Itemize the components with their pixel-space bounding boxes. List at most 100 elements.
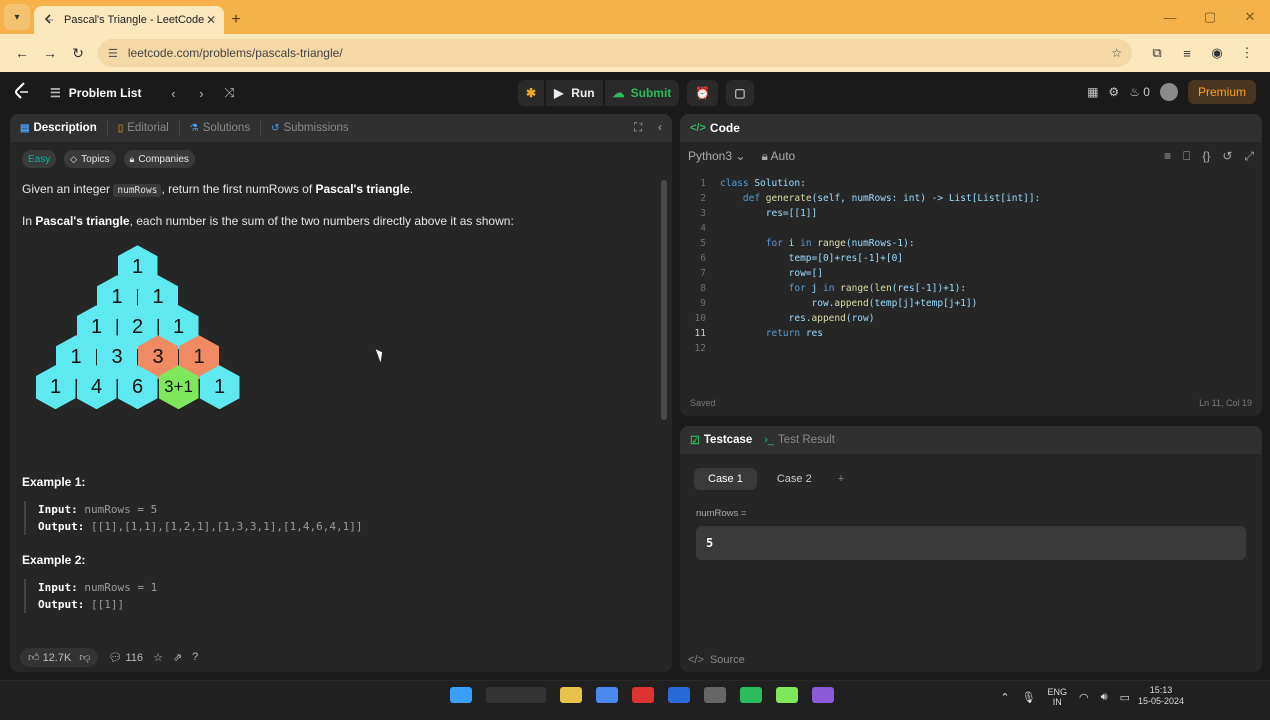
code-line: 7 row=[] bbox=[680, 266, 1262, 281]
browser-menu-icon[interactable]: ⋮ bbox=[1232, 39, 1262, 67]
case-1-tab[interactable]: Case 1 bbox=[694, 468, 757, 490]
problem-list-button[interactable]: ☰ Problem List bbox=[50, 86, 141, 100]
premium-button[interactable]: Premium bbox=[1187, 80, 1256, 104]
language-indicator[interactable]: ENG IN bbox=[1048, 687, 1068, 707]
code-editor[interactable]: 1 class Solution: 2 def generate(self, num… bbox=[680, 176, 1262, 390]
numrows-input[interactable]: 5 bbox=[696, 526, 1246, 560]
battery-icon[interactable]: ▭ bbox=[1120, 691, 1130, 704]
language-select[interactable]: Python3 ⌄ bbox=[688, 149, 745, 163]
tab-test-result[interactable]: ›_ Test Result bbox=[764, 434, 835, 446]
code-line: 8 for j in range(len(res[-1])+1): bbox=[680, 281, 1262, 296]
terminal-icon: ›_ bbox=[764, 434, 775, 446]
format-icon[interactable]: ≡ bbox=[1164, 149, 1171, 164]
like-button[interactable]: 👍︎ 12.7K bbox=[28, 651, 71, 664]
list-icon: ☰ bbox=[50, 86, 61, 100]
code-text: for j in range(len(res[-1])+1): bbox=[788, 283, 967, 294]
app-red-icon[interactable] bbox=[632, 687, 654, 703]
browser-tab[interactable]: Pascal's Triangle - LeetCode ✕ bbox=[34, 6, 224, 34]
code-title: Code bbox=[709, 121, 740, 135]
tab-submissions[interactable]: ↺ Submissions bbox=[271, 122, 349, 134]
run-button[interactable]: ▶ Run bbox=[546, 80, 603, 106]
topics-tag[interactable]: ◇ Topics bbox=[64, 150, 116, 168]
output-value: [[1]] bbox=[84, 598, 125, 612]
code-text: res=[[1]] bbox=[720, 208, 818, 219]
app-gray-icon[interactable] bbox=[704, 687, 726, 703]
braces-icon[interactable]: {} bbox=[1202, 149, 1210, 164]
next-problem-icon[interactable]: › bbox=[187, 86, 215, 101]
mode-label: Auto bbox=[770, 148, 796, 163]
shuffle-icon[interactable]: ⤨ bbox=[215, 85, 243, 101]
back-icon[interactable]: ← bbox=[8, 39, 36, 67]
timer-button[interactable]: ⏰ bbox=[687, 80, 719, 106]
wifi-icon[interactable]: ◠ bbox=[1079, 691, 1089, 704]
debug-button[interactable]: ✱ bbox=[518, 80, 545, 106]
forward-icon[interactable]: → bbox=[36, 39, 64, 67]
app-purple-icon[interactable] bbox=[812, 687, 834, 703]
variable-label: numRows = bbox=[696, 508, 747, 519]
new-tab-button[interactable]: + bbox=[224, 6, 248, 34]
code-icon: </> bbox=[688, 654, 704, 666]
site-info-icon[interactable]: ☰ bbox=[108, 47, 118, 60]
submit-button[interactable]: ☁ Submit bbox=[604, 80, 680, 106]
bookmark-icon[interactable]: ⎕ bbox=[1183, 149, 1190, 164]
explorer-icon[interactable] bbox=[596, 687, 618, 703]
fullscreen-icon[interactable]: ⤢ bbox=[1244, 149, 1254, 164]
chevron-up-icon[interactable]: ⌃ bbox=[1000, 691, 1009, 704]
star-icon[interactable]: ☆ bbox=[153, 651, 163, 664]
tab-solutions[interactable]: ⚗ Solutions bbox=[190, 122, 250, 134]
code-line: 11 return res bbox=[680, 326, 1262, 341]
app-blue-icon[interactable] bbox=[668, 687, 690, 703]
minimize-icon[interactable]: — bbox=[1150, 0, 1190, 34]
comments-button[interactable]: 💬︎ 116 bbox=[108, 651, 143, 664]
app-green-icon[interactable] bbox=[740, 687, 762, 703]
line-number: 10 bbox=[694, 313, 706, 324]
media-icon[interactable]: ≡ bbox=[1172, 39, 1202, 67]
collapse-icon[interactable]: ‹ bbox=[658, 122, 662, 135]
testcase-label: Testcase bbox=[703, 434, 753, 446]
help-icon[interactable]: ? bbox=[192, 651, 198, 663]
case-2-tab[interactable]: Case 2 bbox=[763, 468, 826, 490]
expand-icon[interactable]: ⛶ bbox=[634, 122, 642, 135]
share-icon[interactable]: ⇗ bbox=[173, 651, 182, 664]
line-number: 4 bbox=[700, 223, 706, 234]
reset-icon[interactable]: ↺ bbox=[1222, 149, 1232, 164]
lang-line1: ENG bbox=[1047, 687, 1068, 697]
scrollbar-thumb[interactable] bbox=[661, 180, 667, 420]
tab-description[interactable]: ▤ Description bbox=[20, 122, 97, 134]
maximize-icon[interactable]: ▢ bbox=[1190, 0, 1230, 34]
chrome-icon[interactable] bbox=[560, 687, 582, 703]
volume-icon[interactable]: 🔊︎ bbox=[1101, 691, 1108, 704]
tab-testcase[interactable]: ☑ Testcase bbox=[690, 434, 752, 447]
pascal-link[interactable]: Pascal's triangle bbox=[316, 182, 410, 196]
source-button[interactable]: </> Source bbox=[688, 654, 745, 666]
companies-tag[interactable]: 🔒︎ Companies bbox=[123, 150, 195, 168]
settings-gear-icon[interactable]: ⚙ bbox=[1108, 85, 1119, 99]
bookmark-star-icon[interactable]: ☆ bbox=[1111, 46, 1122, 60]
streak-counter[interactable]: ♨ 0 bbox=[1129, 85, 1150, 99]
search-icon[interactable] bbox=[486, 687, 546, 703]
notes-button[interactable]: ▢ bbox=[726, 80, 754, 106]
checkbox-icon: ☑ bbox=[690, 434, 700, 447]
profile-icon[interactable]: ◉ bbox=[1202, 39, 1232, 67]
description-scrollbar[interactable] bbox=[660, 150, 668, 640]
dislike-icon[interactable]: 👎︎ bbox=[79, 651, 90, 664]
app-lime-icon[interactable] bbox=[776, 687, 798, 703]
url-bar[interactable]: ☰ leetcode.com/problems/pascals-triangle… bbox=[98, 39, 1132, 67]
layout-icon[interactable]: ▦ bbox=[1087, 85, 1098, 99]
avatar[interactable] bbox=[1159, 83, 1178, 101]
reload-icon[interactable]: ↻ bbox=[64, 39, 92, 67]
run-label: Run bbox=[571, 86, 595, 100]
auto-mode[interactable]: 🔒︎ Auto bbox=[761, 149, 795, 164]
difficulty-badge[interactable]: Easy bbox=[22, 150, 57, 168]
tab-search-button[interactable]: ▾ bbox=[4, 4, 30, 30]
clock[interactable]: 15:13 15-05-2024 bbox=[1138, 685, 1184, 707]
extensions-icon[interactable]: ⧉ bbox=[1142, 39, 1172, 67]
leetcode-logo-icon[interactable] bbox=[14, 81, 30, 105]
close-window-icon[interactable]: ✕ bbox=[1230, 0, 1270, 34]
tab-editorial[interactable]: ▯ Editorial bbox=[118, 122, 169, 134]
prev-problem-icon[interactable]: ‹ bbox=[159, 86, 187, 101]
add-case-button[interactable]: + bbox=[832, 468, 850, 490]
microphone-icon[interactable]: 🎙︎ bbox=[1022, 691, 1036, 704]
windows-start-icon[interactable] bbox=[450, 687, 472, 703]
close-tab-icon[interactable]: ✕ bbox=[206, 13, 216, 27]
